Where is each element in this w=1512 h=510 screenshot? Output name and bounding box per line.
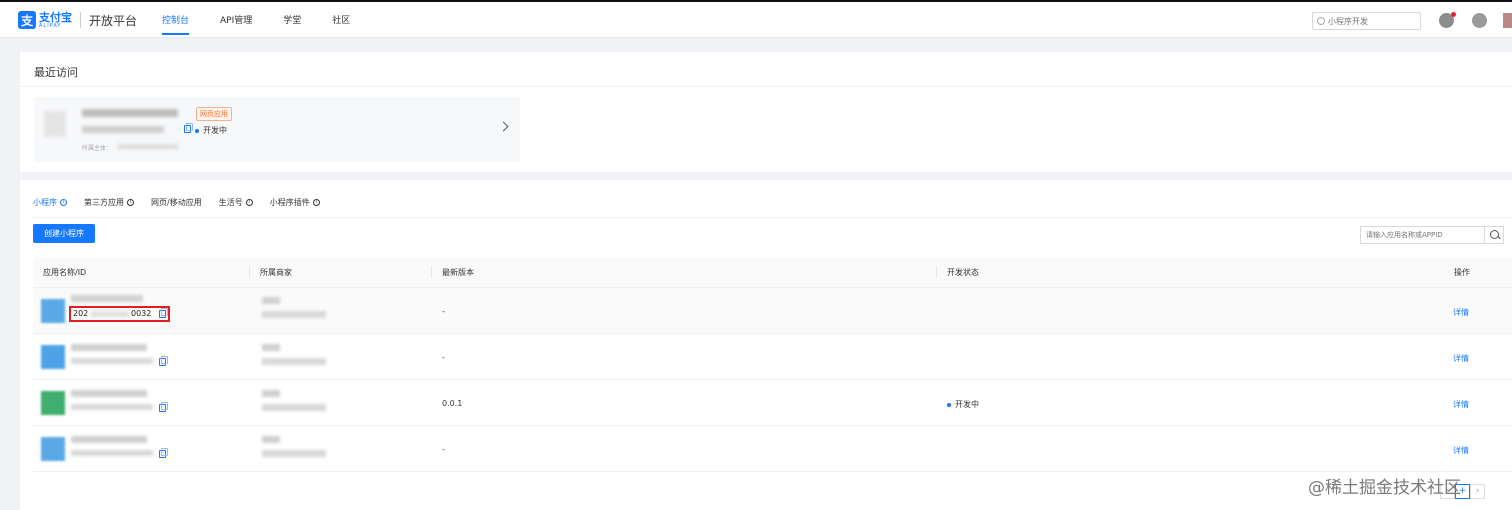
table-row: 202 0032 - 详情	[33, 288, 1512, 334]
app-table: 应用名称/ID 所属商家 最新版本 开发状态 操作 202 0032 - 详情	[33, 257, 1512, 472]
logo-en: ALIPAY	[39, 22, 62, 29]
app-name-blurred	[71, 390, 147, 397]
dev-status-label: 开发中	[955, 400, 979, 409]
search-icon[interactable]	[1484, 226, 1504, 244]
app-id-prefix: 202	[73, 309, 89, 318]
app-thumbnail	[41, 437, 65, 461]
col-app-name: 应用名称/ID	[43, 268, 87, 277]
top-navbar: 支 支付宝 ALIPAY 开放平台 控制台 API管理 学堂 社区	[0, 0, 1512, 38]
table-row: - 详情	[33, 426, 1512, 472]
info-icon: i	[127, 198, 134, 206]
app-id-blurred	[71, 404, 153, 410]
platform-title: 开放平台	[89, 13, 138, 28]
latest-version: -	[442, 353, 445, 362]
tab-life-account[interactable]: 生活号 i	[219, 192, 253, 212]
merchant-blurred	[262, 390, 280, 397]
table-row: - 详情	[33, 334, 1512, 380]
alipay-logo[interactable]: 支 支付宝 ALIPAY 开放平台	[18, 11, 137, 29]
col-dev-status: 开发状态	[947, 268, 979, 277]
app-id-blurred	[71, 358, 153, 364]
global-search-input[interactable]	[1328, 16, 1408, 26]
owner-label: 所属主体：	[82, 145, 113, 152]
main-nav: 控制台 API管理 学堂 社区	[162, 2, 381, 38]
col-actions: 操作	[1454, 268, 1470, 277]
dev-status: 开发中	[947, 399, 979, 410]
global-search	[1312, 12, 1421, 30]
recent-title: 最近访问	[34, 66, 78, 79]
tab-mini-program-plugin[interactable]: 小程序插件 i	[270, 192, 320, 212]
col-merchant: 所属商家	[260, 268, 292, 277]
next-page-button[interactable]: ›	[1470, 484, 1485, 499]
table-row: 0.0.1 开发中 详情	[33, 380, 1512, 426]
app-list-card: 小程序i 第三方应用i 网页/移动应用 生活号i 小程序插件i 创建小程序 应用…	[20, 180, 1512, 510]
copy-icon[interactable]	[159, 448, 168, 458]
chevron-right-icon[interactable]	[498, 121, 509, 132]
watermark: @稀土掘金技术社区	[1308, 478, 1461, 498]
app-id-suffix: 0032	[131, 309, 152, 318]
copy-icon[interactable]	[159, 308, 168, 318]
bell-icon[interactable]	[1439, 12, 1456, 28]
status-dot-icon	[195, 128, 199, 133]
dev-status-label: 开发中	[203, 126, 227, 135]
detail-link[interactable]: 详情	[1453, 353, 1469, 364]
logo-cn: 支付宝	[39, 10, 72, 24]
nav-api-management[interactable]: API管理	[220, 2, 252, 38]
app-id-blurred	[71, 450, 153, 456]
info-icon: i	[245, 198, 253, 206]
nav-console[interactable]: 控制台	[162, 2, 190, 38]
app-name-blurred	[71, 436, 147, 443]
nav-academy[interactable]: 学堂	[283, 2, 301, 38]
app-thumbnail	[41, 391, 65, 415]
app-type-tabs: 小程序 i 第三方应用 i 网页/移动应用 生活号 i 小程序插件 i	[33, 192, 337, 218]
alipay-logo-icon: 支	[18, 11, 36, 29]
logo-divider	[80, 12, 81, 28]
detail-link[interactable]: 详情	[1453, 445, 1469, 456]
status-dot-icon	[947, 402, 951, 407]
divider	[33, 217, 1512, 218]
app-search-input[interactable]	[1360, 226, 1485, 244]
app-id-blurred	[82, 126, 164, 133]
create-mini-program-button[interactable]: 创建小程序	[33, 224, 95, 243]
detail-link[interactable]: 详情	[1453, 307, 1469, 318]
web-app-tag: 网页应用	[196, 107, 232, 121]
owner-blurred	[118, 144, 178, 149]
tab-third-party[interactable]: 第三方应用 i	[84, 192, 134, 212]
app-id-highlight: 202 0032	[69, 306, 170, 322]
merchant-blurred	[262, 436, 280, 443]
detail-link[interactable]: 详情	[1453, 399, 1469, 410]
app-thumbnail	[41, 299, 65, 323]
col-version: 最新版本	[442, 268, 474, 277]
search-icon	[1317, 17, 1325, 25]
info-icon: i	[60, 198, 67, 206]
tab-web-mobile[interactable]: 网页/移动应用	[151, 192, 202, 212]
latest-version: -	[442, 445, 445, 454]
latest-version: 0.0.1	[442, 399, 463, 408]
table-header: 应用名称/ID 所属商家 最新版本 开发状态 操作	[33, 257, 1512, 288]
latest-version: -	[442, 307, 445, 316]
help-icon[interactable]	[1472, 13, 1487, 28]
tab-mini-program[interactable]: 小程序 i	[33, 192, 67, 218]
recent-visits-card: 最近访问 网页应用 开发中 所属主体：	[20, 52, 1512, 172]
divider	[20, 86, 1512, 87]
app-name-blurred	[71, 295, 143, 302]
info-icon: i	[312, 198, 320, 206]
copy-icon[interactable]	[159, 402, 168, 412]
merchant-blurred	[262, 344, 280, 351]
nav-community[interactable]: 社区	[332, 2, 350, 38]
copy-icon[interactable]	[184, 123, 193, 133]
app-thumbnail	[41, 345, 65, 369]
app-name-blurred	[82, 109, 178, 117]
app-name-blurred	[71, 344, 147, 351]
avatar[interactable]	[1503, 13, 1512, 28]
recent-app-card[interactable]: 网页应用 开发中 所属主体：	[34, 97, 520, 162]
app-thumbnail	[44, 111, 66, 137]
dev-status: 开发中	[195, 125, 227, 136]
copy-icon[interactable]	[159, 356, 168, 366]
merchant-blurred	[262, 297, 280, 304]
